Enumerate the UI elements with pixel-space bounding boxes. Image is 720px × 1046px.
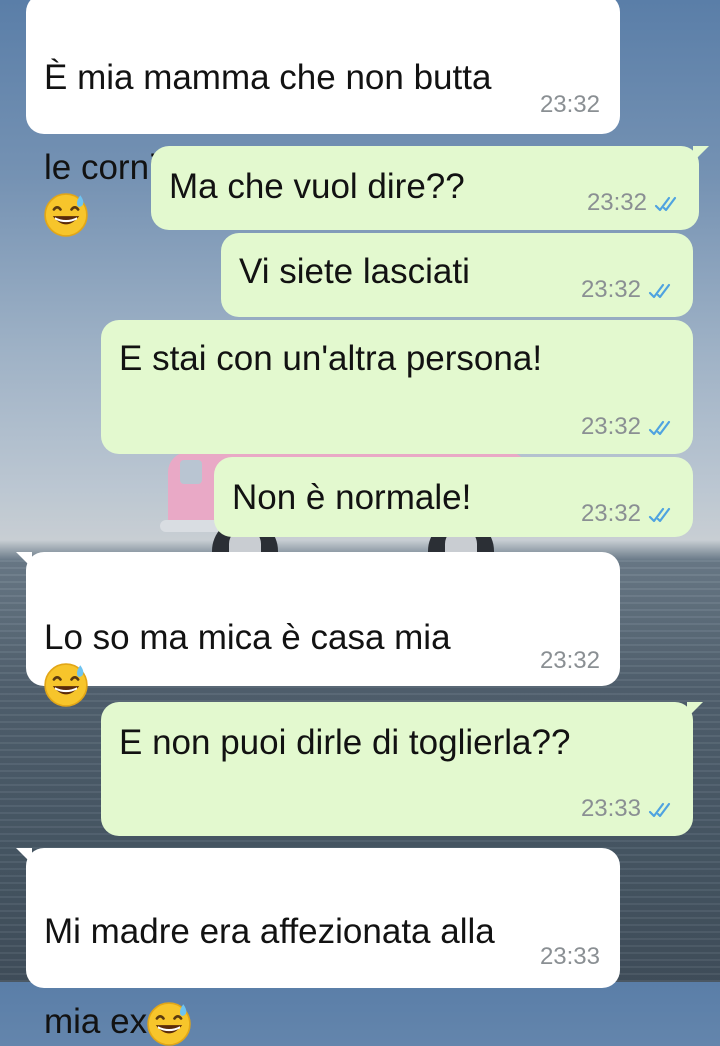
van-window (180, 460, 202, 484)
message-text-line: mia ex (44, 1002, 148, 1041)
message-text: Lo so ma mica è casa mia (44, 570, 451, 707)
double-check-icon (648, 802, 671, 817)
message-meta: 23:32 (581, 277, 673, 303)
message-time: 23:32 (580, 500, 641, 527)
message-bubble-outgoing[interactable]: Ma che vuol dire?? 23:32 (151, 146, 709, 230)
message-text: Mi madre era affezionata alla mia ex (44, 864, 495, 1046)
message-bubble-incoming[interactable]: Mi madre era affezionata alla mia ex 23:… (16, 848, 620, 1046)
message-bubble-outgoing[interactable]: E non puoi dirle di toglierla?? 23:33 (101, 702, 703, 836)
message-bubble-outgoing[interactable]: Non è normale! 23:32 (214, 457, 693, 537)
message-bubble-outgoing[interactable]: Vi siete lasciati 23:32 (221, 233, 693, 317)
message-text: Ma che vuol dire?? (169, 167, 465, 206)
message-time: 23:33 (580, 795, 641, 822)
message-text-line: Lo so ma mica è casa mia (44, 618, 451, 657)
message-time: 23:32 (580, 276, 641, 303)
message-text: Vi siete lasciati (239, 252, 470, 291)
message-bubble-incoming[interactable]: Lo so ma mica è casa mia 23:32 (16, 552, 620, 707)
double-check-icon (648, 283, 671, 298)
grinning-sweat-emoji-icon (147, 1001, 192, 1046)
message-time: 23:32 (539, 91, 600, 118)
message-text-line: È mia mamma che non butta (44, 58, 492, 97)
double-check-icon (648, 420, 671, 435)
message-text-line: Mi madre era affezionata alla (44, 912, 495, 951)
message-time: 23:32 (586, 189, 647, 216)
grinning-sweat-emoji-icon (44, 662, 88, 707)
message-time: 23:32 (580, 413, 641, 440)
grinning-sweat-emoji-icon (44, 192, 88, 237)
message-bubble-incoming[interactable]: È mia mamma che non butta le cornici vec… (26, 0, 620, 237)
message-meta: 23:33 (581, 796, 673, 822)
message-meta: 23:32 (581, 414, 673, 440)
double-check-icon (654, 196, 677, 211)
message-text: E non puoi dirle di toglierla?? (119, 723, 571, 762)
message-text: Non è normale! (232, 478, 472, 517)
message-bubble-outgoing[interactable]: E stai con un'altra persona! 23:32 (101, 320, 693, 454)
double-check-icon (648, 507, 671, 522)
message-text: E stai con un'altra persona! (119, 339, 543, 378)
message-meta: 23:32 (587, 190, 679, 216)
message-time: 23:32 (539, 647, 600, 674)
message-time: 23:33 (539, 943, 600, 970)
message-meta: 23:32 (581, 501, 673, 527)
